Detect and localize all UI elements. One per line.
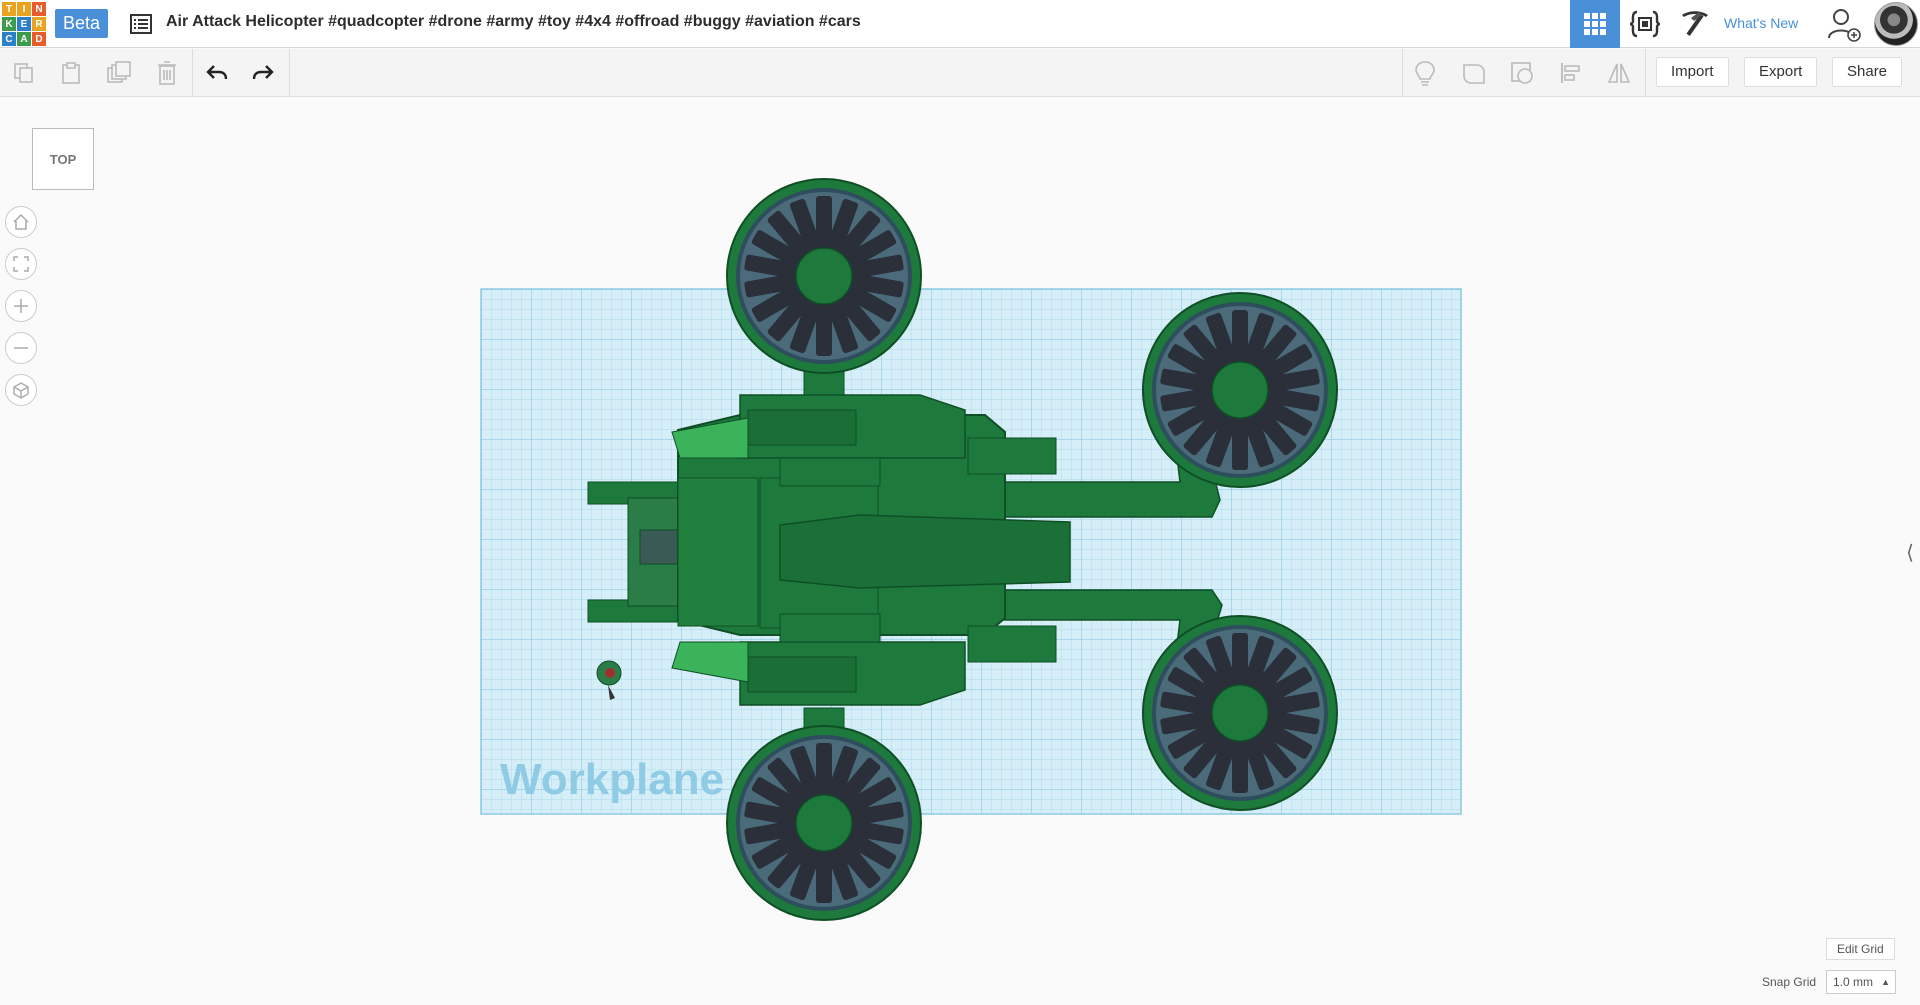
workplane-label: Workplane bbox=[500, 755, 724, 804]
snap-grid-label: Snap Grid bbox=[1762, 975, 1817, 989]
snap-grid-select[interactable]: 1.0 mm ▲ bbox=[1826, 970, 1896, 994]
workspace-canvas[interactable]: Workplane bbox=[0, 0, 1920, 1005]
snap-grid-value: 1.0 mm bbox=[1833, 975, 1874, 989]
chevron-left-icon: ⟨ bbox=[1906, 541, 1914, 564]
collapse-panel-button[interactable]: ⟨ bbox=[1900, 530, 1920, 574]
edit-grid-button[interactable]: Edit Grid bbox=[1826, 938, 1895, 960]
caret-up-icon: ▲ bbox=[1881, 977, 1890, 987]
